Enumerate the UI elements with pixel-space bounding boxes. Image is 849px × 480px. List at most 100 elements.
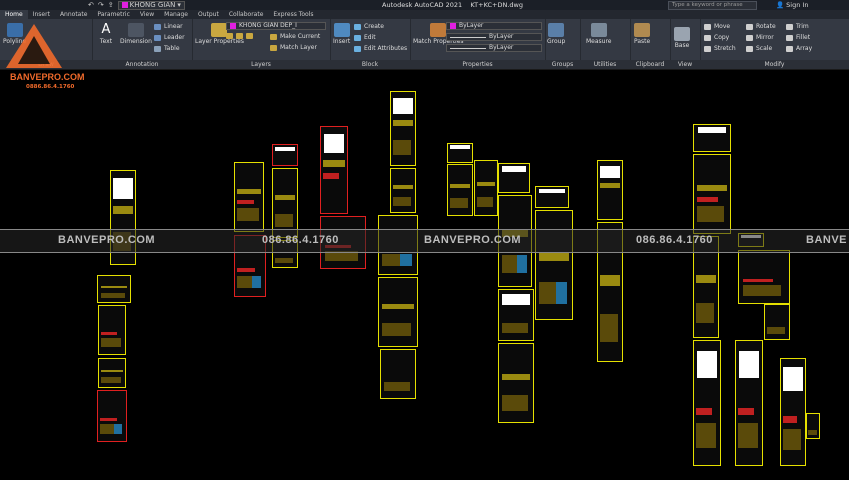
drawing-sheet[interactable] [735,340,763,466]
linetype-dropdown[interactable]: ByLayer [446,33,542,41]
share-icon[interactable]: ⇪ [108,1,114,9]
tab-express-tools[interactable]: Express Tools [268,10,318,19]
drawing-sheet[interactable] [97,390,127,442]
mirror-icon [746,35,753,41]
drawing-sheet[interactable] [780,358,806,466]
dimension-button[interactable]: Dimension [120,23,152,45]
insert-label: Insert [333,38,351,45]
scale-button[interactable]: Scale [746,45,772,53]
drawing-sheet[interactable] [597,160,623,220]
tab-insert[interactable]: Insert [28,10,55,19]
drawing-sheet[interactable] [390,91,416,166]
drawing-sheet[interactable] [693,154,731,234]
leader-button[interactable]: Leader [154,34,185,42]
table-button[interactable]: Table [154,45,180,53]
drawing-sheet[interactable] [272,168,298,238]
drawing-sheet[interactable] [693,124,731,152]
move-icon [704,24,711,30]
tab-home[interactable]: Home [0,10,28,19]
drawing-sheet[interactable] [806,413,820,439]
drawing-sheet[interactable] [764,304,790,340]
edit-attributes-button[interactable]: Edit Attributes [354,45,407,53]
lineweight-dropdown[interactable]: ByLayer [446,44,542,52]
quick-layer-dropdown[interactable]: KHONG GIAN ▾ [117,0,185,10]
edit-attributes-icon [354,46,361,52]
panel-annotation-label: Annotation [92,60,192,69]
stretch-label: Stretch [714,45,736,52]
match-layer-button[interactable]: Match Layer [270,44,317,52]
drawing-sheet[interactable] [234,162,264,232]
drawing-sheet[interactable] [380,349,416,399]
watermark-phone: 086.86.4.1760 [262,234,339,246]
group-button[interactable]: Group [547,23,565,45]
drawing-sheet[interactable] [474,160,498,216]
drawing-sheet[interactable] [378,277,418,347]
linear-button[interactable]: Linear [154,23,183,31]
drawing-sheet[interactable] [97,275,131,303]
stretch-button[interactable]: Stretch [704,45,736,53]
paste-label: Paste [634,38,651,45]
layer-tool-icon[interactable] [226,33,233,39]
watermark-brand: BANVEPRO.COM [424,234,522,246]
tab-output[interactable]: Output [193,10,224,19]
edit-block-button[interactable]: Edit [354,34,376,42]
match-properties-icon [430,23,447,37]
tab-annotate[interactable]: Annotate [55,10,92,19]
rotate-button[interactable]: Rotate [746,23,776,31]
insert-button[interactable]: Insert [333,23,350,45]
drawing-sheet[interactable] [320,126,348,214]
drawing-sheet[interactable] [498,343,534,423]
panel-layers: Layer Properties KHONG GIAN DEP_I Make C… [192,19,331,69]
tab-collaborate[interactable]: Collaborate [224,10,269,19]
fillet-button[interactable]: Fillet [786,34,810,42]
trim-button[interactable]: Trim [786,23,809,31]
dimension-label: Dimension [120,38,152,45]
logo-triangle-icon [6,24,62,68]
color-dropdown[interactable]: ByLayer [446,22,542,30]
drawing-canvas[interactable]: BANVEPRO.COM 086.86.4.1760 BANVEPRO.COM … [0,70,849,480]
tab-manage[interactable]: Manage [159,10,193,19]
panel-properties: Match Properties ByLayer ByLayer ByLayer… [410,19,546,69]
base-view-button[interactable]: Base [674,27,690,49]
copy-label: Copy [714,34,730,41]
move-button[interactable]: Move [704,23,730,31]
drawing-sheet[interactable] [447,143,473,163]
layer-tool-icon[interactable] [246,33,253,39]
drawing-sheet[interactable] [498,289,534,341]
undo-icon[interactable]: ↶ [88,1,94,9]
drawing-sheet[interactable] [738,250,790,304]
scale-label: Scale [756,45,773,52]
match-layer-label: Match Layer [280,44,317,51]
drawing-sheet[interactable] [447,164,473,216]
copy-button[interactable]: Copy [704,34,729,42]
sign-in-button[interactable]: 👤 Sign In [776,0,808,10]
lineweight-value: ByLayer [489,44,514,51]
drawing-sheet[interactable] [535,210,573,320]
tab-view[interactable]: View [135,10,159,19]
panel-clipboard-label: Clipboard [630,60,670,69]
drawing-sheet[interactable] [535,186,569,208]
drawing-sheet[interactable] [390,168,416,213]
sign-in-label: Sign In [786,1,809,9]
drawing-sheet[interactable] [498,163,530,193]
redo-icon[interactable]: ↷ [98,1,104,9]
paste-button[interactable]: Paste [634,23,650,45]
tab-parametric[interactable]: Parametric [92,10,135,19]
drawing-sheet[interactable] [98,305,126,355]
drawing-sheet[interactable] [98,358,126,388]
layer-dropdown[interactable]: KHONG GIAN DEP_I [226,22,326,30]
measure-button[interactable]: Measure [586,23,612,45]
create-block-button[interactable]: Create [354,23,384,31]
panel-groups: Group Groups [545,19,581,69]
search-input[interactable]: Type a keyword or phrase [668,1,757,10]
layer-tool-icon[interactable] [236,33,243,39]
text-button[interactable]: A Text [98,23,114,46]
linetype-value: ByLayer [489,33,514,40]
window-title: Autodesk AutoCAD 2021 KT+KC+DN.dwg [382,0,523,10]
array-button[interactable]: Array [786,45,812,53]
drawing-sheet[interactable] [272,144,298,166]
drawing-sheet[interactable] [693,340,721,466]
mirror-button[interactable]: Mirror [746,34,774,42]
make-current-button[interactable]: Make Current [270,33,320,41]
mirror-label: Mirror [756,34,774,41]
